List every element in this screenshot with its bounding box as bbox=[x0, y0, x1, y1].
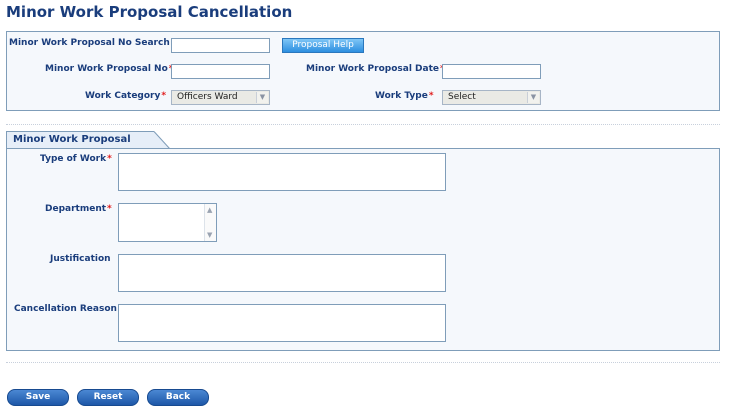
cancellation-reason-textarea[interactable] bbox=[118, 304, 446, 342]
divider bbox=[6, 124, 720, 125]
scrollbar[interactable]: ▲ ▼ bbox=[204, 204, 216, 241]
required-marker: * bbox=[107, 204, 112, 214]
proposal-help-button[interactable]: Proposal Help bbox=[282, 38, 364, 53]
justification-textarea[interactable] bbox=[118, 254, 446, 292]
proposal-date-label: Minor Work Proposal Date* bbox=[306, 64, 445, 74]
proposal-no-search-input[interactable] bbox=[171, 38, 270, 53]
scroll-up-icon[interactable]: ▲ bbox=[207, 206, 212, 214]
department-label: Department* bbox=[45, 204, 112, 214]
required-marker: * bbox=[161, 91, 167, 101]
proposal-no-search-label: Minor Work Proposal No Search* bbox=[9, 38, 175, 48]
chevron-down-icon: ▼ bbox=[527, 92, 539, 103]
work-category-select[interactable]: Officers Ward ▼ bbox=[171, 90, 270, 105]
type-of-work-textarea[interactable] bbox=[118, 153, 446, 191]
work-category-label: Work Category* bbox=[85, 91, 167, 101]
justification-label: Justification bbox=[50, 254, 111, 264]
proposal-date-input[interactable] bbox=[442, 64, 541, 79]
required-marker: * bbox=[428, 91, 434, 101]
divider bbox=[6, 362, 720, 363]
tab-minor-work-proposal[interactable]: Minor Work Proposal bbox=[6, 131, 151, 149]
cancellation-reason-label: Cancellation Reason bbox=[14, 304, 117, 314]
work-type-label: Work Type* bbox=[375, 91, 434, 101]
department-listbox[interactable]: ▲ ▼ bbox=[118, 203, 217, 242]
scroll-down-icon[interactable]: ▼ bbox=[207, 231, 212, 239]
page-title: Minor Work Proposal Cancellation bbox=[6, 3, 293, 21]
proposal-no-input[interactable] bbox=[171, 64, 270, 79]
work-type-select[interactable]: Select ▼ bbox=[442, 90, 541, 105]
required-marker: * bbox=[107, 154, 112, 164]
chevron-down-icon: ▼ bbox=[256, 92, 268, 103]
back-button[interactable]: Back bbox=[147, 389, 209, 406]
proposal-no-label: Minor Work Proposal No* bbox=[45, 64, 173, 74]
type-of-work-label: Type of Work* bbox=[40, 154, 112, 164]
reset-button[interactable]: Reset bbox=[77, 389, 139, 406]
save-button[interactable]: Save bbox=[7, 389, 69, 406]
